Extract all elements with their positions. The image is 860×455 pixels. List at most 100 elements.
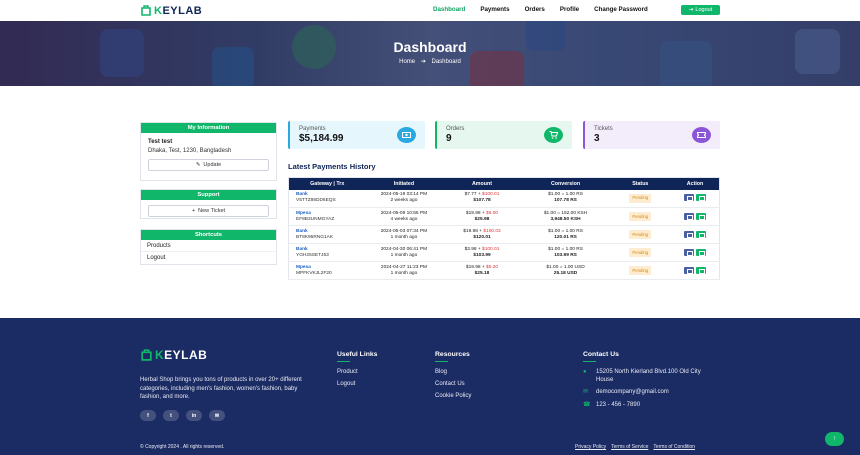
footer-logo[interactable]: KEYLAB bbox=[140, 348, 207, 362]
initiated-ago: 1 month ago bbox=[390, 252, 418, 258]
terms-of-service-link[interactable]: Terms of Service bbox=[611, 444, 648, 450]
col-action: Action bbox=[671, 177, 720, 190]
nav-dashboard[interactable]: Dashboard bbox=[433, 6, 465, 13]
nav-payments[interactable]: Payments bbox=[480, 6, 509, 13]
view-icon[interactable] bbox=[684, 266, 695, 274]
view-icon[interactable] bbox=[684, 248, 695, 256]
copyright-text: © Copyright 2024 . All rights reserved. bbox=[140, 444, 225, 450]
resources-title: Resources bbox=[435, 351, 470, 358]
nav-change-password[interactable]: Change Password bbox=[594, 6, 648, 13]
orders-stat-card[interactable]: Orders 9 bbox=[435, 121, 572, 149]
details-icon[interactable] bbox=[696, 212, 707, 220]
email-icon[interactable]: ✉ bbox=[209, 410, 225, 421]
trx-id: YGH25SETJ53 bbox=[296, 252, 329, 258]
location-pin-icon: ● bbox=[583, 369, 587, 376]
table-row: Mpesa EF8B3UNMGYAZ 2024-05-09 10:55 PM 4 w… bbox=[288, 207, 720, 226]
initiated-ago: 1 month ago bbox=[390, 270, 418, 276]
tickets-stat-value: 3 bbox=[594, 133, 600, 144]
page-banner: Dashboard Home ➔ Dashboard bbox=[0, 21, 860, 86]
trx-id: BT8K95RNG1AK bbox=[296, 234, 334, 240]
conversion-total: 103.99 RS bbox=[554, 252, 577, 258]
ticket-icon bbox=[692, 127, 711, 143]
contact-email[interactable]: ✉ democompany@gmail.com bbox=[583, 389, 723, 397]
page-title: Dashboard bbox=[393, 39, 467, 55]
view-icon[interactable] bbox=[684, 230, 695, 238]
payments-history-title: Latest Payments History bbox=[288, 162, 376, 171]
col-amount: Amount bbox=[442, 177, 522, 190]
nav-profile[interactable]: Profile bbox=[560, 6, 579, 13]
terms-of-condition-link[interactable]: Terms of Condition bbox=[653, 444, 695, 450]
contact-address: ● 15205 North Kierland Blvd.100 Old City… bbox=[583, 369, 701, 383]
facebook-icon[interactable]: f bbox=[140, 410, 156, 421]
trx-id: V5TTZ86DD6EQS bbox=[296, 198, 336, 204]
top-navbar: KEYLAB Dashboard Payments Orders Profile… bbox=[0, 0, 860, 21]
col-initiated: Initiated bbox=[365, 177, 443, 190]
support-title: Support bbox=[141, 190, 276, 200]
footer-description: Herbal Shop brings you tons of products … bbox=[140, 377, 302, 400]
footer-link-contact[interactable]: Contact Us bbox=[435, 381, 471, 387]
twitter-icon[interactable]: t bbox=[163, 410, 179, 421]
shortcut-logout[interactable]: Logout bbox=[141, 252, 276, 264]
status-badge: Pending bbox=[629, 248, 652, 257]
status-badge: Pending bbox=[629, 230, 652, 239]
view-icon[interactable] bbox=[684, 194, 695, 202]
contact-column: Contact Us ● 15205 North Kierland Blvd.1… bbox=[583, 351, 723, 414]
plus-icon: + bbox=[191, 208, 196, 214]
conversion-total: 107.78 RS bbox=[554, 198, 577, 204]
support-panel: Support + New Ticket bbox=[140, 189, 277, 219]
conversion-total: 25.18 USD bbox=[553, 270, 578, 276]
brand-logo[interactable]: KEYLAB bbox=[140, 4, 202, 17]
cart-icon bbox=[544, 127, 563, 143]
shortcut-products[interactable]: Products bbox=[141, 240, 276, 252]
trx-id: MPFKVKJL2F20 bbox=[296, 270, 332, 276]
logout-icon: ⇥ bbox=[688, 7, 694, 13]
update-button[interactable]: ✎ Update bbox=[148, 159, 269, 171]
my-information-panel: My Information Test test Dhaka, Test, 12… bbox=[140, 122, 277, 181]
footer-brand-name: KEYLAB bbox=[155, 348, 208, 362]
breadcrumb-home[interactable]: Home bbox=[399, 59, 415, 65]
useful-links-column: Useful Links Product Logout bbox=[337, 351, 377, 393]
main-nav: Dashboard Payments Orders Profile Change… bbox=[433, 6, 663, 13]
initiated-ago: 4 weeks ago bbox=[390, 216, 418, 222]
footer-link-blog[interactable]: Blog bbox=[435, 369, 471, 375]
contact-title: Contact Us bbox=[583, 351, 619, 358]
envelope-icon: ✉ bbox=[583, 389, 589, 396]
new-ticket-button[interactable]: + New Ticket bbox=[148, 205, 269, 217]
contact-phone[interactable]: ☎ 123 - 456 - 7890 bbox=[583, 402, 723, 410]
payments-stat-card[interactable]: Payments $5,184.99 bbox=[288, 121, 425, 149]
user-address: Dhaka, Test, 1230, Bangladesh bbox=[148, 148, 232, 154]
linkedin-icon[interactable]: in bbox=[186, 410, 202, 421]
trx-id: EF8B3UNMGYAZ bbox=[296, 216, 335, 222]
breadcrumb: Home ➔ Dashboard bbox=[0, 58, 860, 65]
details-icon[interactable] bbox=[696, 194, 707, 202]
orders-stat-label: Orders bbox=[446, 126, 465, 132]
table-row: Bank BT8K95RNG1AK 2024-05-03 07:34 PM 1 mo… bbox=[288, 225, 720, 244]
table-row: Bank YGH25SETJ53 2024-04-30 06:41 PM 1 mon… bbox=[288, 243, 720, 262]
amount-total: $120.01 bbox=[473, 234, 491, 240]
amount-total: $25.18 bbox=[474, 270, 490, 276]
money-icon bbox=[397, 127, 416, 143]
payments-table: Gateway | Trx Initiated Amount Conversio… bbox=[288, 177, 720, 280]
footer-link-product[interactable]: Product bbox=[337, 369, 377, 375]
details-icon[interactable] bbox=[696, 248, 707, 256]
view-icon[interactable] bbox=[684, 212, 695, 220]
amount-total: $107.78 bbox=[473, 198, 491, 204]
payments-stat-label: Payments bbox=[299, 126, 326, 132]
details-icon[interactable] bbox=[696, 230, 707, 238]
user-name: Test test bbox=[148, 139, 173, 145]
footer-link-logout[interactable]: Logout bbox=[337, 381, 377, 387]
table-header-row: Gateway | Trx Initiated Amount Conversio… bbox=[288, 177, 720, 190]
resources-column: Resources Blog Contact Us Cookie Policy bbox=[435, 351, 471, 405]
social-links: f t in ✉ bbox=[140, 410, 225, 421]
details-icon[interactable] bbox=[696, 266, 707, 274]
footer-link-cookie-policy[interactable]: Cookie Policy bbox=[435, 393, 471, 399]
col-conversion: Conversion bbox=[521, 177, 610, 190]
scroll-to-top-button[interactable]: ↑ bbox=[825, 432, 844, 446]
key-logo-icon bbox=[141, 5, 151, 16]
nav-orders[interactable]: Orders bbox=[525, 6, 545, 13]
tickets-stat-card[interactable]: Tickets 3 bbox=[583, 121, 720, 149]
privacy-policy-link[interactable]: Privacy Policy bbox=[575, 444, 606, 450]
orders-stat-value: 9 bbox=[446, 133, 452, 144]
logout-button[interactable]: ⇥ Logout bbox=[681, 5, 720, 15]
payments-stat-value: $5,184.99 bbox=[299, 133, 344, 144]
